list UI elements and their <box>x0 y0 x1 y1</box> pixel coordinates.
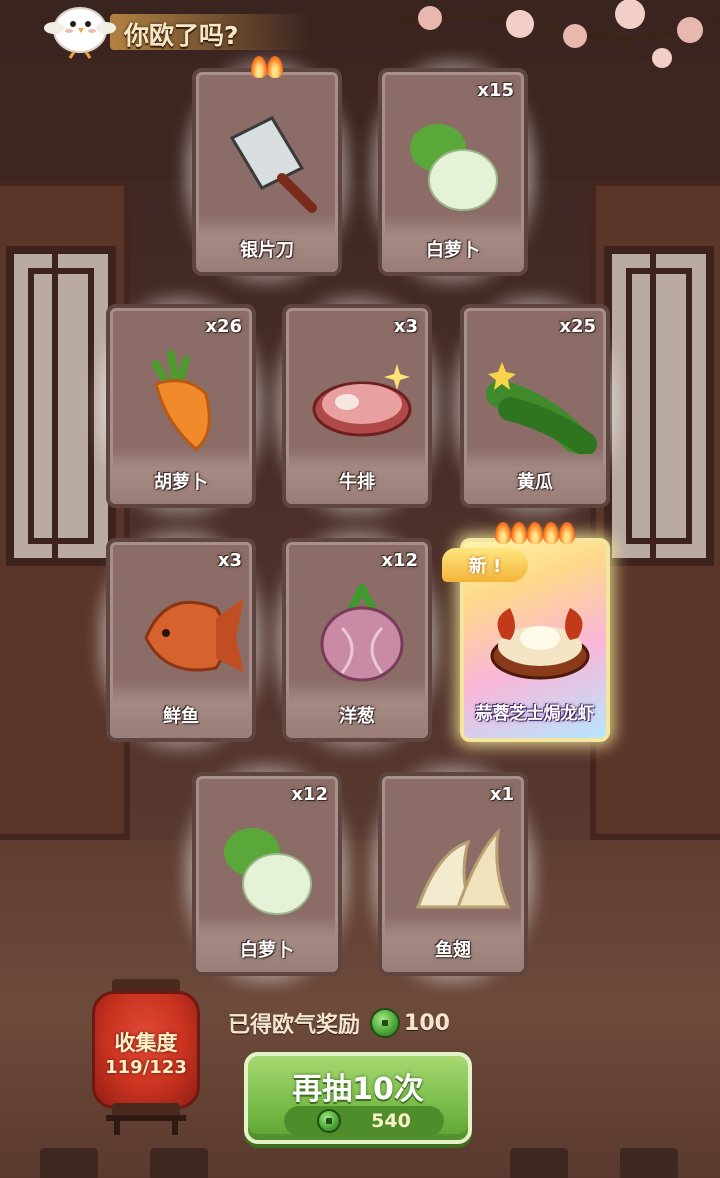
card-count: x15 <box>477 80 514 101</box>
flame-icon <box>543 522 559 544</box>
title-bar: 你欧了吗? <box>40 4 310 59</box>
reward-card[interactable]: x15 白萝卜 <box>366 56 540 288</box>
page-title: 你欧了吗? <box>124 21 239 50</box>
card-count: x12 <box>381 550 418 571</box>
lantern-stand-icon <box>106 1115 186 1135</box>
fish-icon <box>144 598 244 673</box>
card-count: x1 <box>489 784 514 805</box>
reward-row: 已得欧气奖励 100 <box>228 1006 450 1040</box>
white-radish-icon <box>410 124 498 211</box>
onion-icon <box>320 584 404 682</box>
card-count: x26 <box>205 316 242 337</box>
card-name: 鲜鱼 <box>163 706 199 727</box>
flame-icon <box>251 56 267 78</box>
reward-card[interactable]: x12 白萝卜 <box>180 760 354 988</box>
rarity-flames <box>460 522 610 544</box>
shark-fin-icon <box>415 827 511 909</box>
draw-cost-value: 540 <box>371 1110 411 1132</box>
new-badge: 新 ! <box>442 548 528 582</box>
card-name: 鱼翅 <box>435 940 471 961</box>
reward-card[interactable]: x25 黄瓜 <box>448 292 622 520</box>
steak-icon <box>312 364 412 437</box>
reward-card[interactable]: 银片刀 <box>180 56 354 288</box>
reward-card[interactable]: x3 牛排 <box>270 292 444 520</box>
carrot-icon <box>152 350 211 451</box>
flame-icon <box>511 522 527 544</box>
lobster-dish-icon <box>490 608 590 680</box>
reward-card[interactable]: x12 洋葱 <box>270 526 444 754</box>
card-name: 胡萝卜 <box>154 472 208 493</box>
cleaver-icon <box>229 116 317 213</box>
draw-again-button[interactable]: 再抽10次 540 <box>244 1052 472 1144</box>
stool <box>510 1148 568 1178</box>
card-name: 牛排 <box>339 472 375 493</box>
collection-label: 收集度 <box>114 1031 178 1055</box>
stool <box>40 1148 98 1178</box>
collection-lantern[interactable]: 收集度 119/123 <box>92 975 200 1135</box>
card-count: x12 <box>291 784 328 805</box>
card-name: 蒜蓉芝士焗龙虾 <box>475 704 595 724</box>
card-name: 黄瓜 <box>517 472 553 493</box>
card-name: 银片刀 <box>240 240 294 261</box>
draw-button-label: 再抽10次 <box>292 1072 424 1107</box>
reward-value: 100 <box>404 1010 450 1036</box>
stool <box>620 1148 678 1178</box>
reward-card-special[interactable]: 新 ! 蒜蓉芝士焗龙虾 <box>442 522 610 742</box>
card-count: x3 <box>393 316 418 337</box>
cucumber-icon <box>486 362 597 454</box>
chick-mascot-icon <box>44 7 116 59</box>
white-radish-icon <box>224 828 312 915</box>
flame-icon <box>527 522 543 544</box>
reward-label: 已得欧气奖励 <box>228 1013 361 1038</box>
jade-coin-icon <box>370 1008 401 1038</box>
draw-cost: 540 <box>284 1106 444 1136</box>
reward-card[interactable]: x1 鱼翅 <box>366 760 540 988</box>
flame-icon <box>267 56 283 78</box>
back-wall <box>0 60 720 180</box>
card-count: x25 <box>559 316 596 337</box>
rarity-flames <box>192 56 342 78</box>
jade-coin-icon <box>317 1109 342 1133</box>
collection-value: 119/123 <box>105 1057 187 1078</box>
card-name: 白萝卜 <box>426 240 480 261</box>
flame-icon <box>559 522 575 544</box>
card-name: 洋葱 <box>339 706 375 727</box>
card-name: 白萝卜 <box>240 940 294 961</box>
flame-icon <box>495 522 511 544</box>
reward-card[interactable]: x3 鲜鱼 <box>94 526 268 754</box>
card-count: x3 <box>217 550 242 571</box>
reward-card[interactable]: x26 胡萝卜 <box>94 292 268 520</box>
stool <box>150 1148 208 1178</box>
